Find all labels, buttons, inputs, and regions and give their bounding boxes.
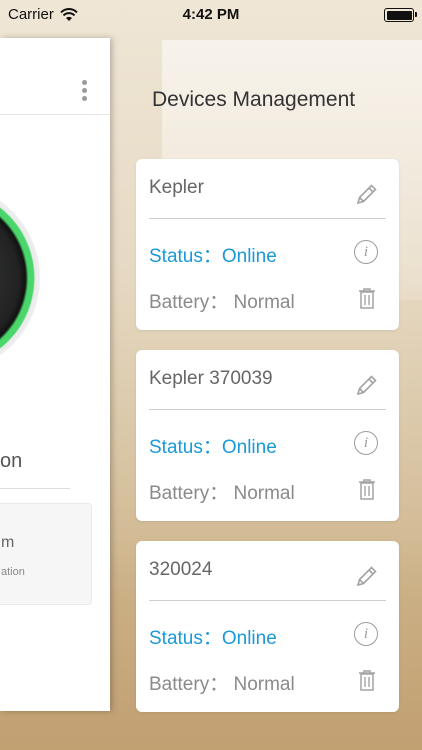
device-card: Kepler Status：Online i Battery： Normal: [136, 159, 399, 330]
panel-label-partial: on: [0, 450, 23, 472]
panel-top-bar: [0, 38, 110, 115]
info-icon[interactable]: i: [354, 240, 378, 264]
main-panel-partial[interactable]: on m ation: [0, 38, 110, 711]
pencil-icon[interactable]: [355, 182, 379, 206]
device-card: Kepler 370039 Status：Online i Battery： N…: [136, 350, 399, 521]
battery-text: Battery： Normal: [149, 483, 295, 504]
status-bar: Carrier 4:42 PM: [0, 0, 422, 30]
clock: 4:42 PM: [182, 6, 240, 23]
trash-icon[interactable]: [358, 287, 376, 309]
device-status-ring[interactable]: [0, 183, 40, 373]
trash-icon[interactable]: [358, 478, 376, 500]
info-icon[interactable]: i: [354, 622, 378, 646]
status-text: Status：Online: [149, 246, 277, 267]
battery-text: Battery： Normal: [149, 292, 295, 313]
panel-sub-card[interactable]: m ation: [0, 503, 92, 605]
status-text: Status：Online: [149, 628, 277, 649]
device-card: 320024 Status：Online i Battery： Normal: [136, 541, 399, 712]
card-divider: [149, 409, 386, 410]
trash-icon[interactable]: [358, 669, 376, 691]
sub-card-subtitle: ation: [1, 566, 25, 578]
device-name: 320024: [149, 559, 213, 580]
card-divider: [149, 600, 386, 601]
device-name: Kepler 370039: [149, 368, 273, 389]
pencil-icon[interactable]: [355, 564, 379, 588]
battery-icon: [384, 8, 417, 22]
battery-text: Battery： Normal: [149, 674, 295, 695]
pencil-icon[interactable]: [355, 373, 379, 397]
page-title: Devices Management: [152, 88, 356, 111]
sub-card-title: m: [1, 534, 15, 551]
info-icon[interactable]: i: [354, 431, 378, 455]
status-text: Status：Online: [149, 437, 277, 458]
device-name: Kepler: [149, 177, 204, 198]
panel-divider: [0, 488, 70, 489]
card-divider: [149, 218, 386, 219]
more-vertical-icon[interactable]: [82, 80, 88, 102]
